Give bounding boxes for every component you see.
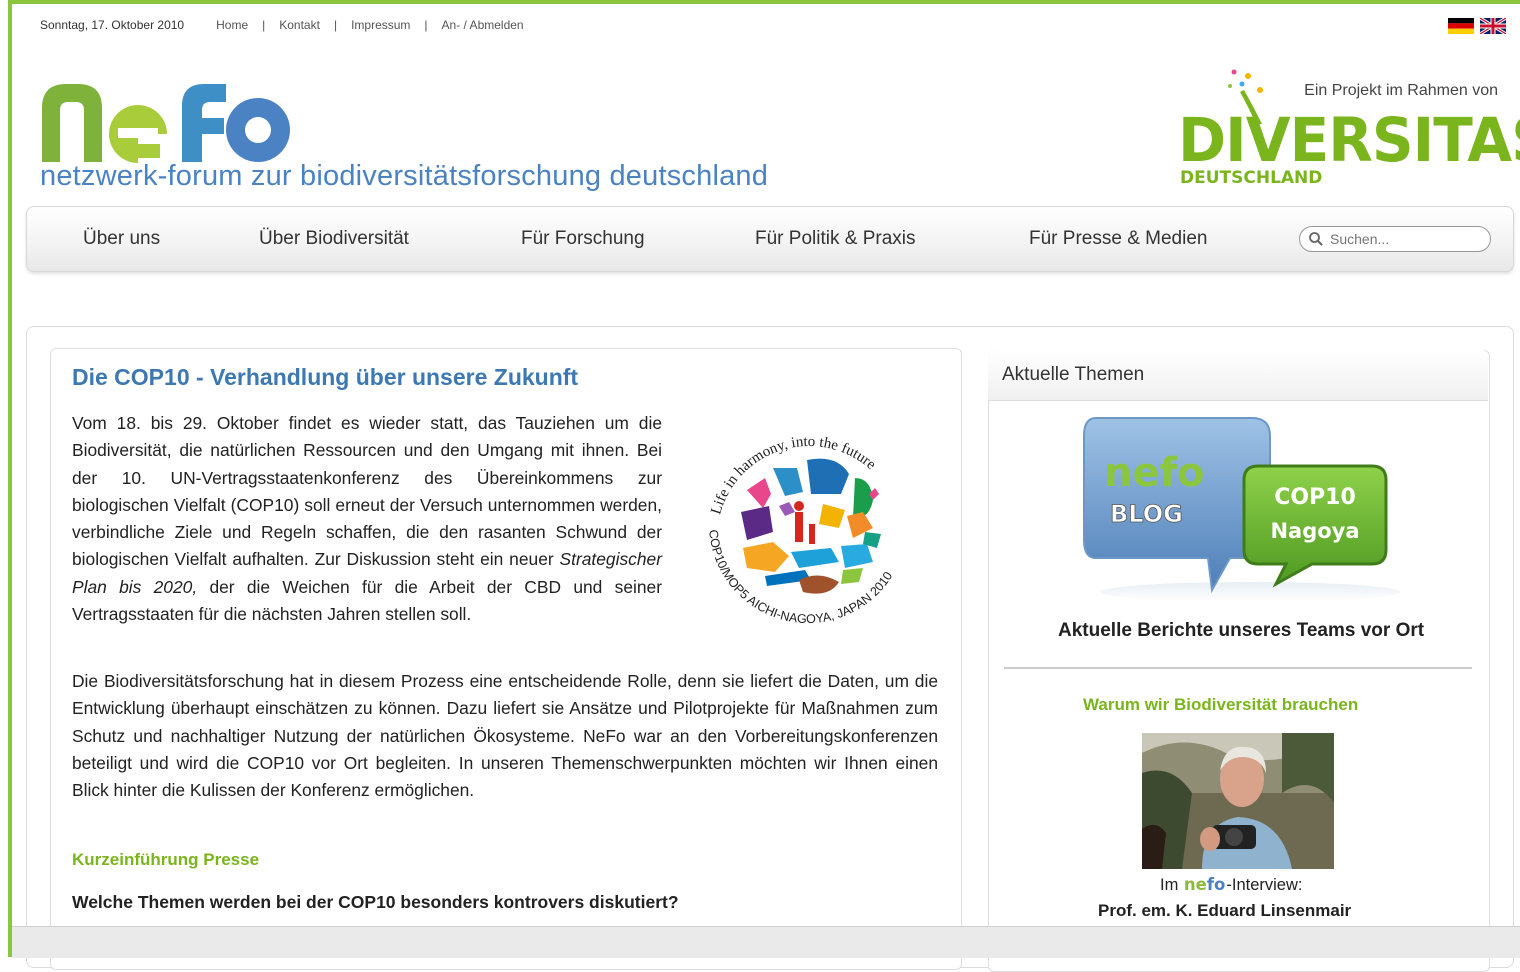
interview-line: Im nefo -Interview: (1160, 875, 1302, 895)
nav-item-politik-praxis[interactable]: Für Politik & Praxis (755, 228, 915, 250)
impressum-link[interactable]: Impressum (351, 18, 410, 32)
language-switcher (1448, 18, 1506, 34)
kontakt-link[interactable]: Kontakt (279, 18, 320, 32)
article-body: Die Biodiversitätsforschung hat in diese… (72, 671, 938, 801)
blog-label: BLOG (1110, 500, 1183, 528)
main-navigation: Über uns Über Biodiversität Für Forschun… (26, 206, 1514, 272)
sidebar-title: Aktuelle Themen (1002, 364, 1145, 385)
blog-nagoya-text: Nagoya (1270, 519, 1359, 543)
nav-item-forschung[interactable]: Für Forschung (521, 228, 645, 250)
press-intro-link[interactable]: Kurzeinführung Presse (72, 850, 259, 870)
article-intro: Vom 18. bis 29. Oktober findet es wieder… (72, 410, 662, 628)
uk-flag-icon[interactable] (1480, 18, 1506, 34)
blog-caption[interactable]: Aktuelle Berichte unseres Teams vor Ort (1058, 620, 1424, 642)
login-link[interactable]: An- / Abmelden (442, 18, 524, 32)
separator: | (333, 18, 338, 32)
nefo-mini-logo: nefo (1183, 875, 1226, 894)
nefo-logo[interactable] (40, 78, 300, 164)
search-icon[interactable] (1308, 231, 1324, 247)
interview-suffix: -Interview: (1226, 876, 1303, 894)
cop10-logo: Life in harmony, into the future COP10/M… (706, 434, 895, 626)
nav-item-ueber-uns[interactable]: Über uns (83, 228, 160, 250)
nav-item-ueber-biodiversitaet[interactable]: Über Biodiversität (259, 228, 409, 250)
sidebar-divider (1004, 667, 1472, 669)
interview-prefix: Im (1160, 876, 1183, 894)
blog-nefo-text: nefo (1104, 450, 1205, 496)
biodiversity-link[interactable]: Warum wir Biodiversität brauchen (1083, 695, 1358, 715)
article-question: Welche Themen werden bei der COP10 beson… (72, 892, 679, 912)
german-flag-icon[interactable] (1448, 18, 1474, 34)
home-link[interactable]: Home (216, 18, 248, 32)
diversitas-logo-text[interactable]: DIVERSITAS (1178, 104, 1520, 175)
separator: | (424, 18, 428, 32)
article-title[interactable]: Die COP10 - Verhandlung über unsere Zuku… (72, 364, 578, 391)
search-box (1299, 226, 1491, 252)
page-frame-top (8, 0, 1520, 4)
site-tagline: netzwerk-forum zur biodiversitätsforschu… (40, 160, 769, 192)
nav-item-presse-medien[interactable]: Für Presse & Medien (1029, 228, 1207, 250)
top-bar: Sonntag, 17. Oktober 2010 Home | Kontakt… (40, 18, 524, 32)
separator: | (262, 18, 266, 32)
interviewee-name[interactable]: Prof. em. K. Eduard Linsenmair (1098, 901, 1351, 921)
page-frame-left (8, 0, 12, 957)
current-date: Sonntag, 17. Oktober 2010 (40, 18, 185, 32)
partner-subtitle: Ein Projekt im Rahmen von (1304, 82, 1498, 99)
diversitas-country: DEUTSCHLAND (1180, 168, 1323, 188)
nefo-blog-banner[interactable]: nefo BLOG COP10 Nagoya (1080, 414, 1410, 604)
interview-photo[interactable] (1142, 733, 1334, 869)
blog-cop10-text: COP10 (1274, 485, 1356, 510)
search-input[interactable] (1328, 230, 1482, 248)
intro-text-a: Vom 18. bis 29. Oktober findet es wieder… (72, 413, 662, 570)
browser-status-strip (12, 926, 1520, 958)
